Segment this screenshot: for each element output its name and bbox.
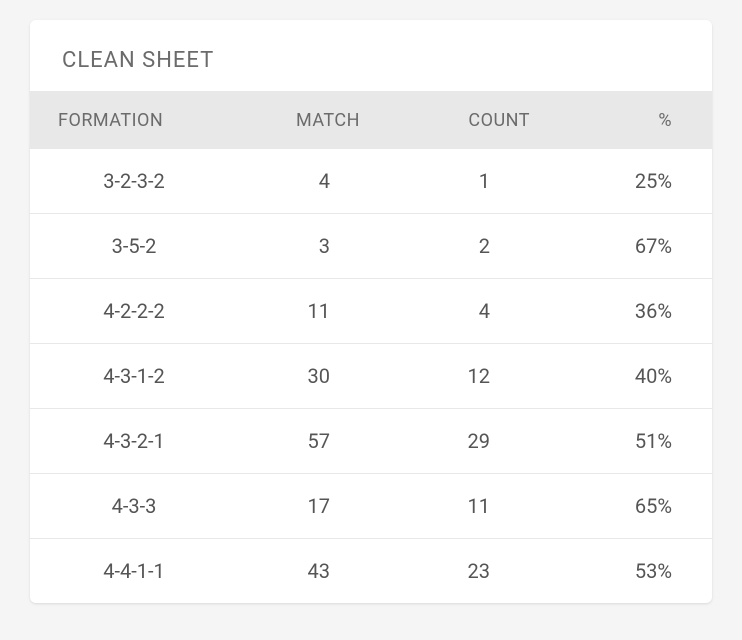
- cell-percent: 53%: [540, 539, 712, 604]
- cell-match: 57: [220, 409, 370, 474]
- cell-formation: 4-3-1-2: [30, 344, 220, 409]
- cell-match: 11: [220, 279, 370, 344]
- cell-percent: 40%: [540, 344, 712, 409]
- cell-percent: 51%: [540, 409, 712, 474]
- cell-formation: 4-2-2-2: [30, 279, 220, 344]
- cell-count: 12: [370, 344, 540, 409]
- cell-match: 4: [220, 149, 370, 214]
- cell-count: 2: [370, 214, 540, 279]
- table-row: 3-2-3-2 4 1 25%: [30, 149, 712, 214]
- cell-count: 4: [370, 279, 540, 344]
- cell-match: 30: [220, 344, 370, 409]
- table-row: 4-3-3 17 11 65%: [30, 474, 712, 539]
- cell-count: 23: [370, 539, 540, 604]
- cell-match: 17: [220, 474, 370, 539]
- table-body: 3-2-3-2 4 1 25% 3-5-2 3 2 67% 4-2-2-2 11…: [30, 149, 712, 603]
- stats-card: CLEAN SHEET FORMATION MATCH COUNT % 3-2-…: [30, 20, 712, 603]
- cell-percent: 65%: [540, 474, 712, 539]
- cell-count: 11: [370, 474, 540, 539]
- cell-formation: 4-4-1-1: [30, 539, 220, 604]
- cell-match: 43: [220, 539, 370, 604]
- col-header-formation: FORMATION: [30, 92, 220, 149]
- table-row: 4-3-1-2 30 12 40%: [30, 344, 712, 409]
- cell-percent: 67%: [540, 214, 712, 279]
- cell-formation: 3-5-2: [30, 214, 220, 279]
- cell-percent: 36%: [540, 279, 712, 344]
- formation-table: FORMATION MATCH COUNT % 3-2-3-2 4 1 25% …: [30, 92, 712, 603]
- card-title: CLEAN SHEET: [30, 20, 712, 92]
- table-row: 4-2-2-2 11 4 36%: [30, 279, 712, 344]
- table-row: 4-3-2-1 57 29 51%: [30, 409, 712, 474]
- table-row: 4-4-1-1 43 23 53%: [30, 539, 712, 604]
- cell-count: 1: [370, 149, 540, 214]
- col-header-percent: %: [540, 92, 712, 149]
- cell-formation: 4-3-3: [30, 474, 220, 539]
- cell-formation: 3-2-3-2: [30, 149, 220, 214]
- cell-formation: 4-3-2-1: [30, 409, 220, 474]
- cell-percent: 25%: [540, 149, 712, 214]
- col-header-count: COUNT: [370, 92, 540, 149]
- table-row: 3-5-2 3 2 67%: [30, 214, 712, 279]
- col-header-match: MATCH: [220, 92, 370, 149]
- cell-match: 3: [220, 214, 370, 279]
- cell-count: 29: [370, 409, 540, 474]
- table-header-row: FORMATION MATCH COUNT %: [30, 92, 712, 149]
